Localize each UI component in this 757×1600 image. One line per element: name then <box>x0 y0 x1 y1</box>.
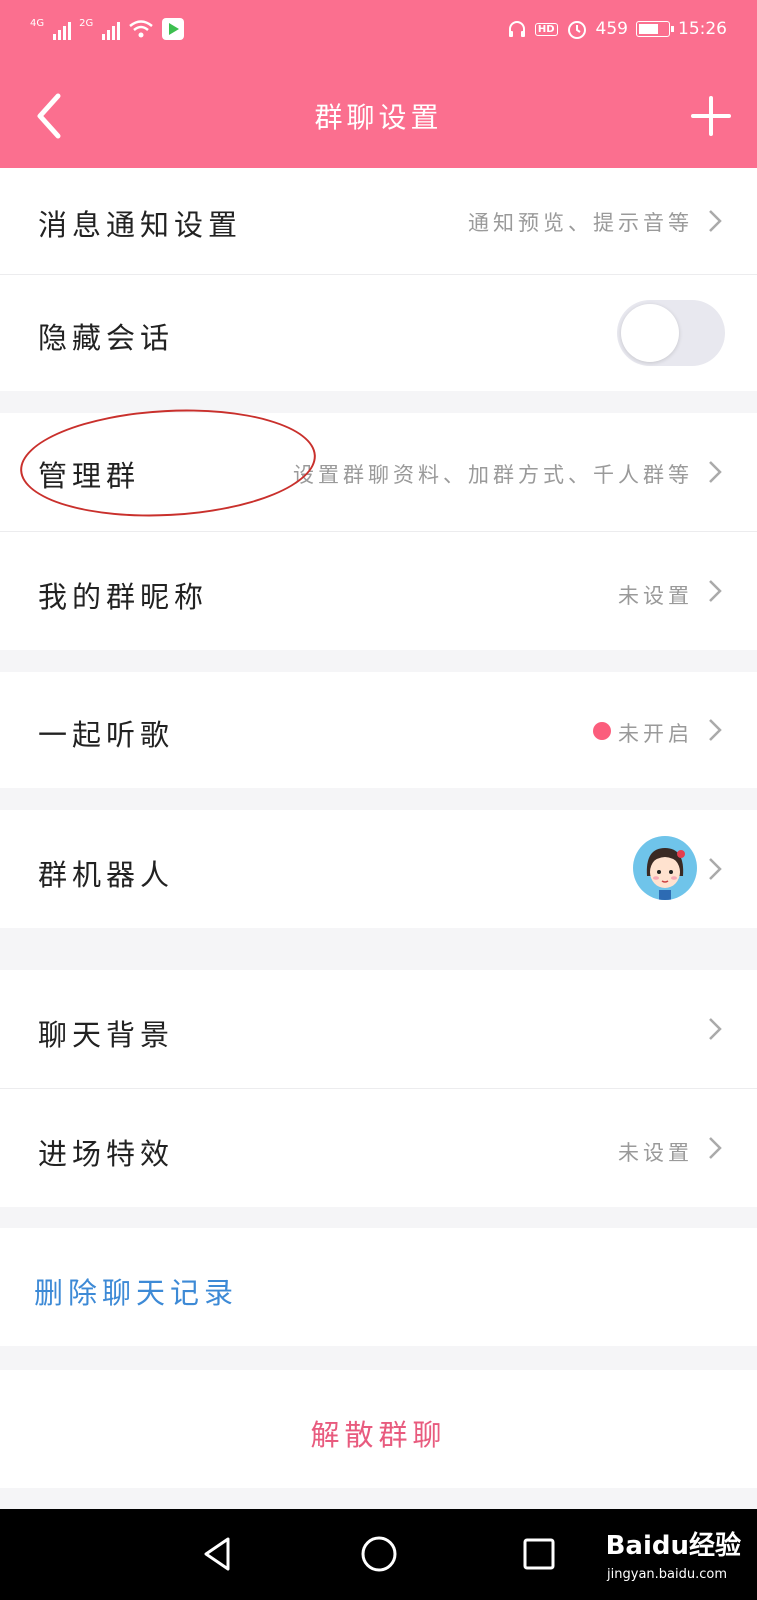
chevron-right-icon <box>709 1018 722 1040</box>
chat-background-label: 聊天背景 <box>38 1018 175 1052</box>
page-title: 群聊设置 <box>314 101 443 134</box>
baidu-watermark-url: jingyan.baidu.com <box>607 1567 727 1582</box>
delete-history-label: 删除聊天记录 <box>34 1276 239 1310</box>
recents-square-icon[interactable] <box>522 1537 556 1571</box>
signal-icon <box>102 18 121 40</box>
header: 群聊设置 <box>0 64 757 168</box>
battery-icon <box>636 21 674 37</box>
group-robot-label: 群机器人 <box>38 858 175 892</box>
headphones-icon <box>508 21 525 37</box>
settings-item-notifications[interactable]: 消息通知设置 通知预览、提示音等 <box>0 168 757 274</box>
alarm-icon <box>567 21 586 39</box>
entry-effect-value: 未设置 <box>618 1141 693 1165</box>
clock: 15:26 <box>678 19 727 39</box>
hd-icon: HD <box>534 22 558 36</box>
robot-avatar <box>633 836 697 900</box>
settings-item-entry-effect[interactable]: 进场特效 未设置 <box>0 1089 757 1207</box>
back-triangle-icon[interactable] <box>200 1535 234 1573</box>
home-circle-icon[interactable] <box>360 1535 398 1573</box>
settings-item-chat-background[interactable]: 聊天背景 <box>0 970 757 1088</box>
baidu-watermark: Baidu经验 <box>605 1531 741 1561</box>
my-nickname-label: 我的群昵称 <box>38 580 209 614</box>
chevron-right-icon <box>709 719 722 741</box>
my-nickname-value: 未设置 <box>618 584 693 608</box>
notifications-label: 消息通知设置 <box>38 208 243 242</box>
system-navigation-bar: Baidu经验 jingyan.baidu.com <box>0 1509 757 1600</box>
listen-together-label: 一起听歌 <box>38 718 175 752</box>
manage-group-value: 设置群聊资料、加群方式、千人群等 <box>293 463 693 487</box>
dissolve-group-label: 解散群聊 <box>310 1418 447 1452</box>
notifications-value: 通知预览、提示音等 <box>468 211 693 235</box>
video-app-icon <box>162 18 185 40</box>
wifi-icon <box>129 20 154 38</box>
listen-together-value: 未开启 <box>618 722 693 746</box>
hide-chat-label: 隐藏会话 <box>38 321 175 355</box>
settings-item-my-nickname[interactable]: 我的群昵称 未设置 <box>0 532 757 650</box>
network-speed: 459 <box>595 19 628 39</box>
dissolve-group-button[interactable]: 解散群聊 <box>0 1370 757 1488</box>
hide-chat-toggle[interactable] <box>617 300 725 366</box>
status-dot <box>593 722 611 740</box>
settings-item-listen-together[interactable]: 一起听歌 未开启 <box>0 672 757 788</box>
settings-item-group-robot[interactable]: 群机器人 <box>0 810 757 928</box>
delete-history-button[interactable]: 删除聊天记录 <box>0 1228 757 1346</box>
chevron-right-icon <box>709 1137 722 1159</box>
signal-icon <box>53 18 72 40</box>
network-type-2: 2G <box>79 18 94 29</box>
toggle-knob <box>621 304 679 362</box>
status-bar: 4G 2G HD 459 15:26 <box>0 0 757 64</box>
network-type-1: 4G <box>30 18 45 29</box>
chevron-right-icon <box>709 461 722 483</box>
chevron-right-icon <box>709 858 722 880</box>
entry-effect-label: 进场特效 <box>38 1137 175 1171</box>
add-icon[interactable] <box>689 94 733 138</box>
chevron-right-icon <box>709 580 722 602</box>
chevron-right-icon <box>709 210 722 232</box>
settings-item-hide-chat: 隐藏会话 <box>0 275 757 391</box>
